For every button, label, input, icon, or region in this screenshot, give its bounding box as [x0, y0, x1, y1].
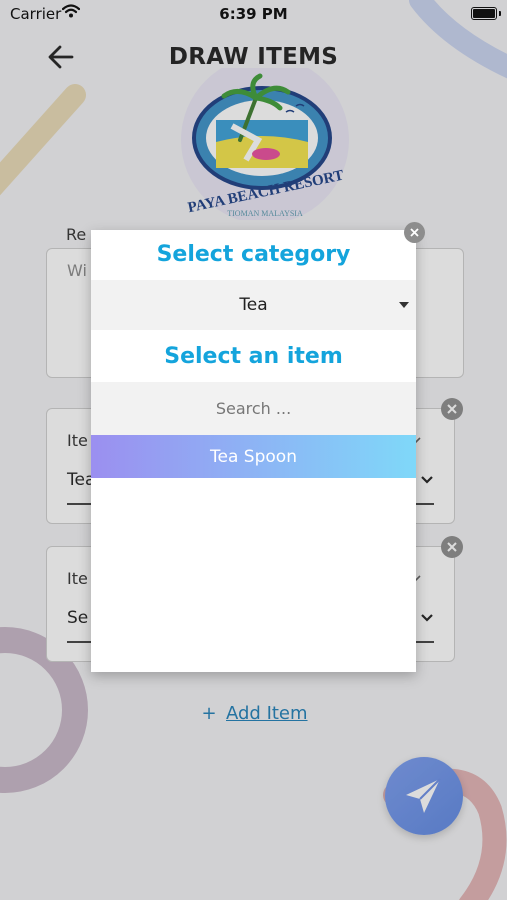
category-dropdown[interactable]: Tea	[91, 280, 416, 330]
search-input[interactable]	[91, 382, 416, 435]
battery-icon	[471, 7, 501, 20]
option-label: Tea Spoon	[210, 447, 297, 467]
list-item[interactable]: Tea Spoon	[91, 435, 416, 478]
select-item-dialog: Select category Tea Select an item Tea S…	[91, 230, 416, 672]
category-value: Tea	[239, 295, 268, 315]
category-heading: Select category	[156, 242, 351, 267]
search-field	[91, 382, 416, 435]
close-dialog-button[interactable]	[404, 222, 425, 243]
screen: Carrier 6:39 PM DRAW ITEMS PAYA BEACH RE…	[0, 0, 507, 900]
caret-down-icon	[399, 302, 409, 308]
item-heading: Select an item	[164, 344, 343, 369]
status-time: 6:39 PM	[219, 5, 288, 23]
close-icon	[410, 228, 419, 237]
status-bar: Carrier 6:39 PM	[0, 0, 507, 28]
